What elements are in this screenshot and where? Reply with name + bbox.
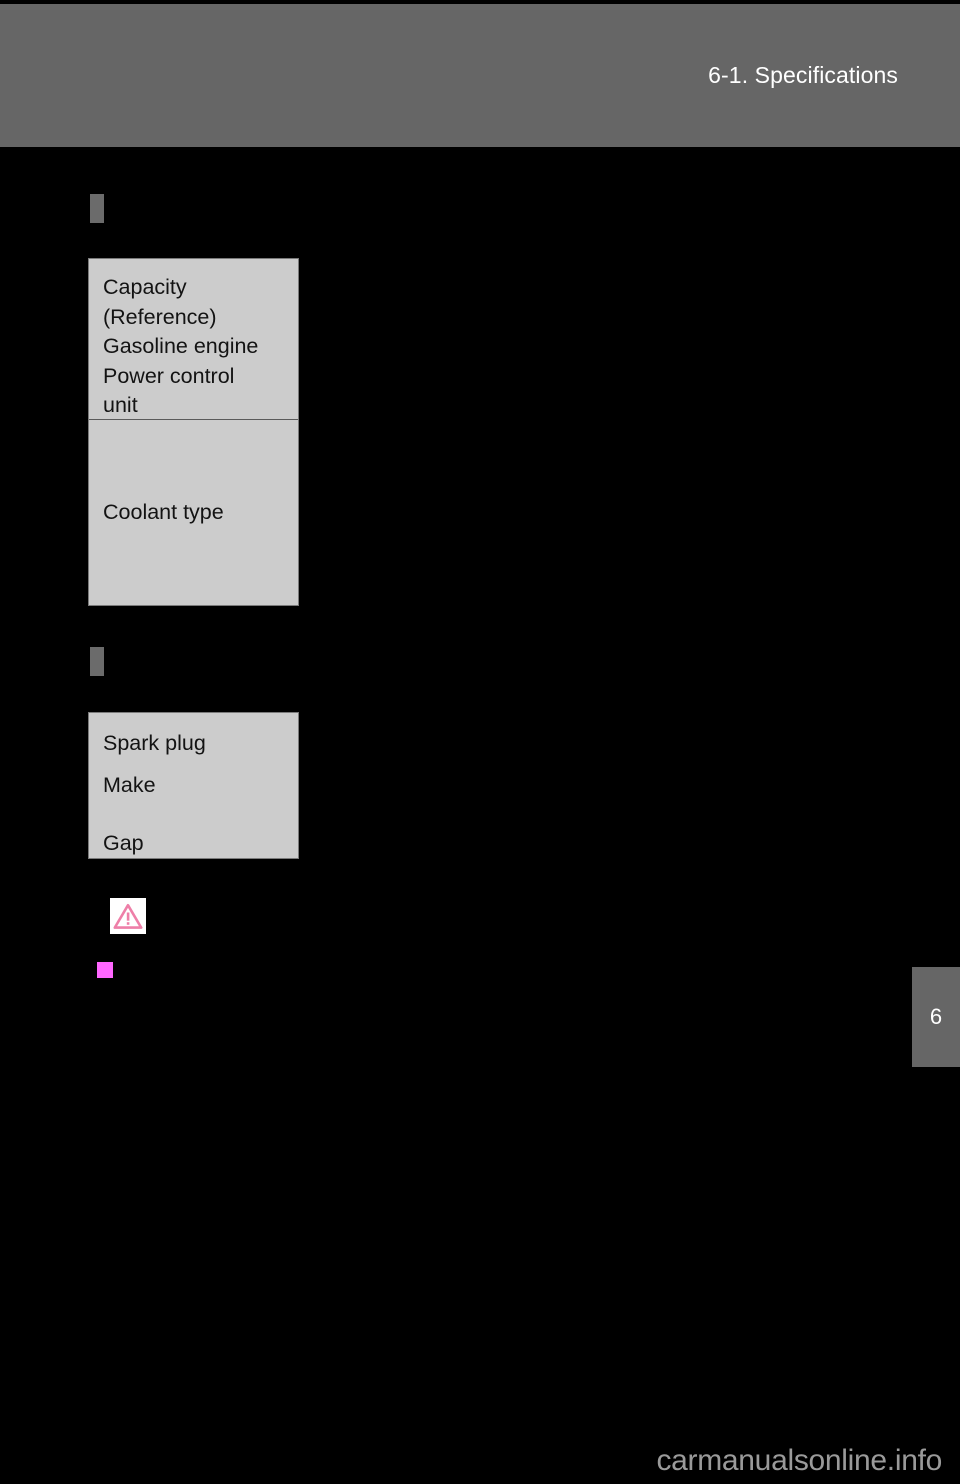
table-cell-line: Power control	[103, 363, 235, 388]
warning-triangle-icon	[110, 898, 146, 934]
table-cell-line: Spark plug	[103, 731, 206, 755]
table-row: Capacity (Reference) Gasoline engine Pow…	[89, 259, 298, 420]
table-cell-line: Gap	[103, 831, 144, 855]
table-row: Spark plug Make Gap	[89, 713, 298, 858]
table-row: Coolant type	[89, 420, 298, 605]
chapter-tab-number: 6	[929, 1004, 943, 1029]
chapter-tab[interactable]: 6	[912, 967, 960, 1067]
table-cell-line: Make	[103, 772, 156, 797]
table-cell-line: Coolant type	[103, 499, 224, 524]
section-marker-1	[90, 194, 104, 223]
manual-page: 6-1. Specifications Capacity (Reference)…	[0, 0, 960, 1484]
watermark: carmanualsonline.info	[656, 1444, 942, 1477]
table-cell-line: (Reference)	[103, 304, 217, 329]
page-title: 6-1. Specifications	[708, 62, 898, 88]
table-cell-line: Gasoline engine	[103, 334, 259, 358]
table-cell-line: unit	[103, 393, 138, 417]
page-header-bar: 6-1. Specifications	[0, 4, 960, 147]
section-marker-2	[90, 647, 104, 676]
table-cell-line: Capacity	[103, 275, 187, 299]
specification-table-spark-plug: Spark plug Make Gap	[88, 712, 299, 859]
specification-table-coolant: Capacity (Reference) Gasoline engine Pow…	[88, 258, 299, 606]
notice-bullet-square	[97, 962, 113, 978]
